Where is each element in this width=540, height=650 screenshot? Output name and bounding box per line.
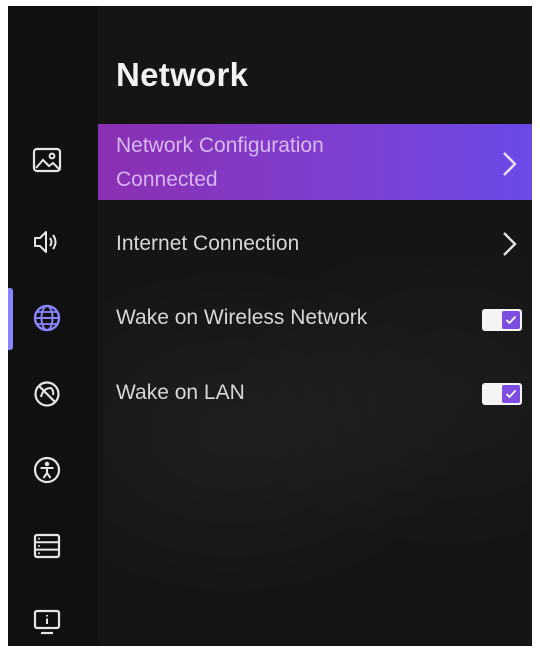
sidebar	[8, 6, 98, 646]
menu-item-sublabel: Connected	[116, 168, 218, 191]
chevron-right-icon	[503, 152, 517, 176]
checkmark-icon	[505, 389, 517, 399]
page-title: Network	[116, 56, 249, 93]
list-icon[interactable]	[29, 528, 65, 564]
info-screen-icon[interactable]	[29, 604, 65, 640]
speaker-icon[interactable]	[29, 224, 65, 260]
menu-item-label: Internet Connection	[116, 232, 300, 255]
checkmark-icon	[505, 315, 517, 325]
globe-icon[interactable]	[29, 300, 65, 336]
toggle-switch[interactable]	[482, 309, 522, 331]
blocked-icon[interactable]	[29, 376, 65, 412]
menu-item-label: Wake on Wireless Network	[116, 306, 368, 329]
picture-icon[interactable]	[29, 142, 65, 178]
toggle-knob	[502, 311, 520, 329]
accessibility-icon[interactable]	[29, 452, 65, 488]
menu-item-internet-connection[interactable]: Internet Connection	[98, 218, 532, 270]
menu-item-label: Wake on LAN	[116, 381, 245, 404]
menu-item-wake-on-lan[interactable]: Wake on LAN	[98, 368, 532, 420]
menu-item-label: Network Configuration	[116, 134, 324, 157]
toggle-knob	[502, 385, 520, 403]
menu-item-wake-on-wireless[interactable]: Wake on Wireless Network	[98, 294, 532, 346]
toggle-switch[interactable]	[482, 383, 522, 405]
active-indicator	[8, 288, 13, 350]
chevron-right-icon	[503, 232, 517, 256]
menu-item-network-configuration[interactable]: Network Configuration Connected	[98, 124, 532, 200]
settings-screen: Network Network Configuration Connected …	[8, 6, 532, 646]
